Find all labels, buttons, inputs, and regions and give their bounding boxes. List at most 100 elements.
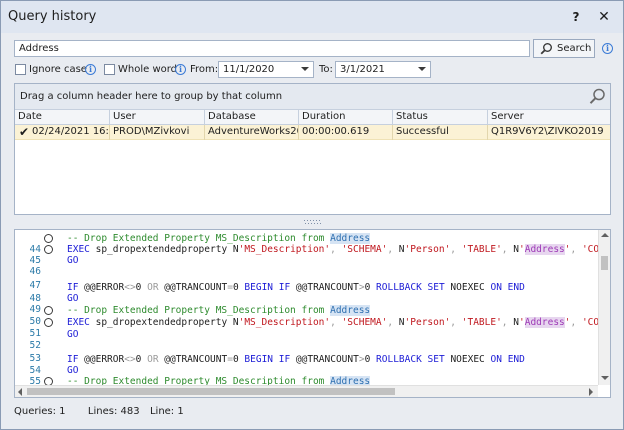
search-info-icon[interactable]: i [602, 43, 613, 54]
ignore-case-label[interactable]: Ignore case [29, 63, 87, 76]
close-button[interactable]: ✕ [594, 7, 614, 27]
bookmark-marker-icon[interactable] [44, 245, 53, 254]
cell-status: Successful [393, 125, 488, 140]
code-line: 51 EXEC sp_dropextendedproperty N'MS_Des… [15, 317, 605, 339]
cell-database: AdventureWorks2012 [205, 125, 299, 140]
col-header-server[interactable]: Server [488, 110, 610, 125]
bookmark-marker-icon[interactable] [44, 234, 53, 243]
code-line: 55 GO [15, 365, 598, 387]
title-bar: Query history ? ✕ [1, 1, 623, 33]
code-line: 48 IF @@ERROR<>0 OR @@TRANCOUNT=0 BEGIN … [15, 282, 598, 304]
code-text: @@TRANCOUNT [158, 282, 228, 293]
code-line: 46 GO [15, 255, 598, 277]
code-string: ' [518, 244, 525, 255]
ignore-case-info-icon[interactable]: i [85, 64, 96, 75]
code-keyword: GO [67, 255, 79, 266]
status-line: Line: 1 [149, 406, 184, 417]
search-match: Address [524, 244, 565, 255]
scroll-up-icon[interactable] [601, 233, 609, 237]
whole-word-info-icon[interactable]: i [175, 64, 186, 75]
vertical-scrollbar[interactable] [598, 230, 610, 385]
from-label: From: [190, 64, 219, 75]
code-string: 'SCHEMA' [341, 317, 388, 328]
code-string: 'TABLE' [461, 317, 502, 328]
code-comma: , [450, 244, 462, 255]
code-keyword: SET [427, 354, 445, 365]
chevron-down-icon [301, 67, 309, 71]
code-operator: OR [147, 282, 159, 293]
scroll-left-icon[interactable] [18, 388, 22, 396]
code-operator: <> [124, 282, 136, 293]
vertical-scroll-thumb[interactable] [601, 256, 608, 270]
bookmark-marker-icon[interactable] [44, 306, 53, 315]
from-date-picker[interactable]: 11/1/2020 [218, 61, 314, 78]
group-by-panel[interactable]: Drag a column header here to group by th… [15, 84, 610, 110]
status-queries: Queries: 1 [14, 406, 66, 417]
code-text: 0 [364, 354, 377, 365]
code-text: @@ERROR [78, 354, 125, 365]
horizontal-scroll-thumb[interactable] [27, 388, 395, 395]
code-text: 0 [135, 354, 148, 365]
horizontal-scrollbar[interactable] [15, 385, 598, 397]
code-keyword: IF [278, 354, 291, 365]
to-date-picker[interactable]: 3/1/2021 [335, 61, 431, 78]
ignore-case-checkbox[interactable] [15, 64, 26, 75]
chevron-down-icon [418, 67, 426, 71]
scroll-down-icon[interactable] [601, 376, 609, 380]
code-string: 'Person' [404, 317, 451, 328]
code-comma: , [387, 244, 399, 255]
code-keyword: BEGIN [244, 282, 274, 293]
code-comma: , [330, 317, 342, 328]
code-comma: , [570, 317, 582, 328]
code-text: 0 [135, 282, 148, 293]
status-bar: Queries: 1 Lines: 483 Line: 1 [14, 406, 184, 417]
code-text: @@ERROR [78, 282, 125, 293]
code-keyword: IF [67, 282, 79, 293]
code-line: 49 GO [15, 293, 598, 315]
col-header-date[interactable]: Date [15, 110, 110, 125]
scroll-right-icon[interactable] [589, 388, 593, 396]
code-comment: -- Drop Extended Property MS_Description… [67, 305, 331, 316]
code-line: 54 IF @@ERROR<>0 OR @@TRANCOUNT=0 BEGIN … [15, 354, 598, 376]
code-line: 44 -- Drop Extended Property MS_Descript… [15, 233, 598, 255]
sql-editor[interactable]: 44 -- Drop Extended Property MS_Descript… [14, 229, 611, 398]
code-comma: , [330, 244, 342, 255]
help-button[interactable]: ? [566, 7, 586, 27]
find-icon[interactable] [589, 88, 606, 105]
cell-duration: 00:00:00.619 [299, 125, 393, 140]
to-label: To: [319, 64, 333, 75]
bookmark-marker-icon[interactable] [44, 318, 53, 327]
search-button-label: Search [557, 43, 592, 54]
code-keyword: ON [490, 354, 502, 365]
grid-header: Date User Database Duration Status Serve… [15, 110, 610, 125]
table-row[interactable]: ✔ 02/24/2021 16:... PROD\MZivkovi Advent… [15, 125, 610, 140]
search-button[interactable]: Search [533, 39, 595, 58]
code-keyword: IF [67, 354, 79, 365]
col-header-database[interactable]: Database [205, 110, 299, 125]
code-string: 'MS_Description' [238, 244, 331, 255]
code-string: 'TABLE' [461, 244, 502, 255]
col-header-status[interactable]: Status [393, 110, 488, 125]
code-line: 47 [15, 269, 598, 291]
col-header-duration[interactable]: Duration [299, 110, 393, 125]
col-header-user[interactable]: User [110, 110, 205, 125]
code-keyword: GO [67, 365, 79, 376]
code-keyword: GO [67, 293, 79, 304]
code-keyword: ROLLBACK [376, 282, 422, 293]
whole-word-label[interactable]: Whole word [118, 63, 177, 76]
code-line: 52 GO [15, 329, 598, 351]
cell-server: Q1R9V6Y2\ZIVKO2019 [491, 126, 604, 137]
code-text: @@TRANCOUNT [158, 354, 228, 365]
cell-user: PROD\MZivkovi [110, 125, 205, 140]
whole-word-checkbox[interactable] [104, 64, 115, 75]
search-input[interactable] [14, 40, 530, 57]
code-text: sp_dropextendedproperty N [89, 317, 239, 328]
code-keyword: EXEC [67, 317, 90, 328]
search-match: Address [524, 317, 565, 328]
code-text: NOEXEC [444, 282, 491, 293]
code-text: NOEXEC [450, 354, 485, 365]
code-comma: , [450, 317, 462, 328]
code-keyword: END [507, 354, 525, 365]
code-keyword: GO [67, 329, 79, 340]
splitter-grip[interactable] [303, 220, 323, 225]
